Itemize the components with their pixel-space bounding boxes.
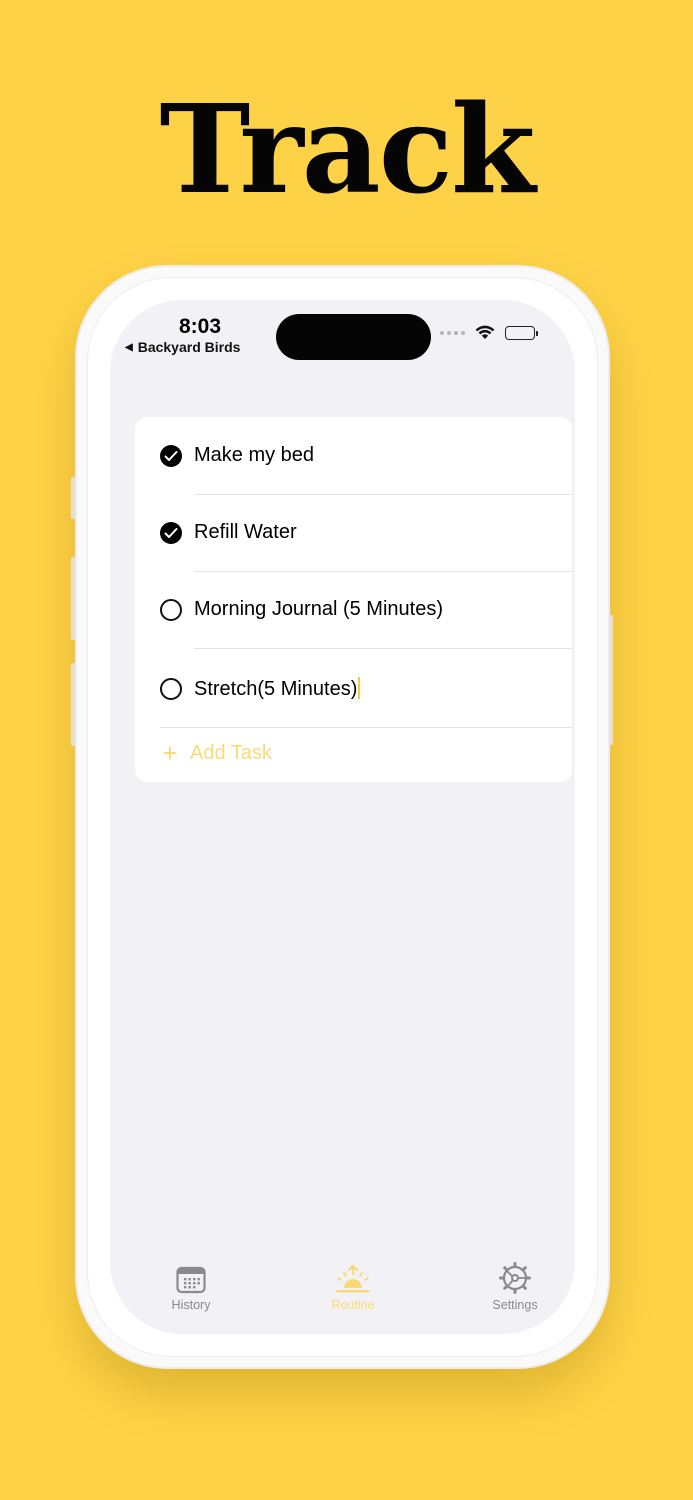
battery-icon	[505, 325, 538, 340]
task-label: Make my bed	[194, 444, 315, 466]
checked-circle-icon[interactable]	[160, 521, 182, 544]
calendar-icon	[176, 1266, 206, 1294]
routine-task-list: Make my bed Refill Water Morning Journal…	[135, 417, 572, 782]
task-label-input[interactable]: Stretch(5 Minutes)	[194, 676, 361, 701]
checked-circle-icon[interactable]	[160, 444, 182, 467]
phone-frame: 8:03 ◀ Backyard Birds Make my bed Refill…	[75, 265, 610, 1369]
back-app-label: Backyard Birds	[137, 339, 241, 355]
gear-icon	[499, 1262, 531, 1294]
tab-settings[interactable]: Settings	[460, 1260, 570, 1312]
plus-icon: +	[162, 738, 178, 768]
row-divider	[194, 648, 572, 649]
add-task-button[interactable]: + Add Task	[160, 740, 272, 766]
tab-routine-label: Routine	[331, 1298, 375, 1312]
cellular-signal-icon	[440, 330, 465, 335]
phone-bezel: 8:03 ◀ Backyard Birds Make my bed Refill…	[87, 277, 598, 1357]
add-task-label: Add Task	[190, 741, 272, 764]
task-row[interactable]: Refill Water	[135, 494, 572, 571]
wifi-icon	[475, 325, 495, 339]
tab-settings-label: Settings	[492, 1298, 538, 1312]
status-indicators	[440, 325, 538, 340]
empty-circle-icon[interactable]	[160, 677, 182, 700]
empty-circle-icon[interactable]	[160, 598, 182, 621]
back-to-app-button[interactable]: ◀ Backyard Birds	[125, 339, 240, 355]
sunrise-icon	[336, 1264, 370, 1293]
task-label-text: Stretch(5 Minutes)	[194, 677, 358, 700]
back-triangle-icon: ◀	[125, 341, 133, 353]
task-row-editing[interactable]: Stretch(5 Minutes)	[135, 650, 572, 727]
row-divider	[160, 727, 572, 728]
tab-bar: History Routine Settings	[110, 1260, 575, 1320]
phone-screen: 8:03 ◀ Backyard Birds Make my bed Refill…	[110, 300, 575, 1334]
task-label: Morning Journal (5 Minutes)	[194, 598, 443, 620]
headline: Track	[159, 77, 535, 221]
tab-history[interactable]: History	[136, 1260, 246, 1312]
tab-routine[interactable]: Routine	[298, 1260, 408, 1312]
tab-history-label: History	[171, 1298, 211, 1312]
task-label: Refill Water	[194, 521, 297, 543]
task-row[interactable]: Make my bed	[135, 417, 572, 494]
task-row[interactable]: Morning Journal (5 Minutes)	[135, 571, 572, 648]
dynamic-island	[276, 314, 431, 360]
status-time: 8:03	[178, 315, 222, 338]
text-cursor	[358, 676, 361, 699]
